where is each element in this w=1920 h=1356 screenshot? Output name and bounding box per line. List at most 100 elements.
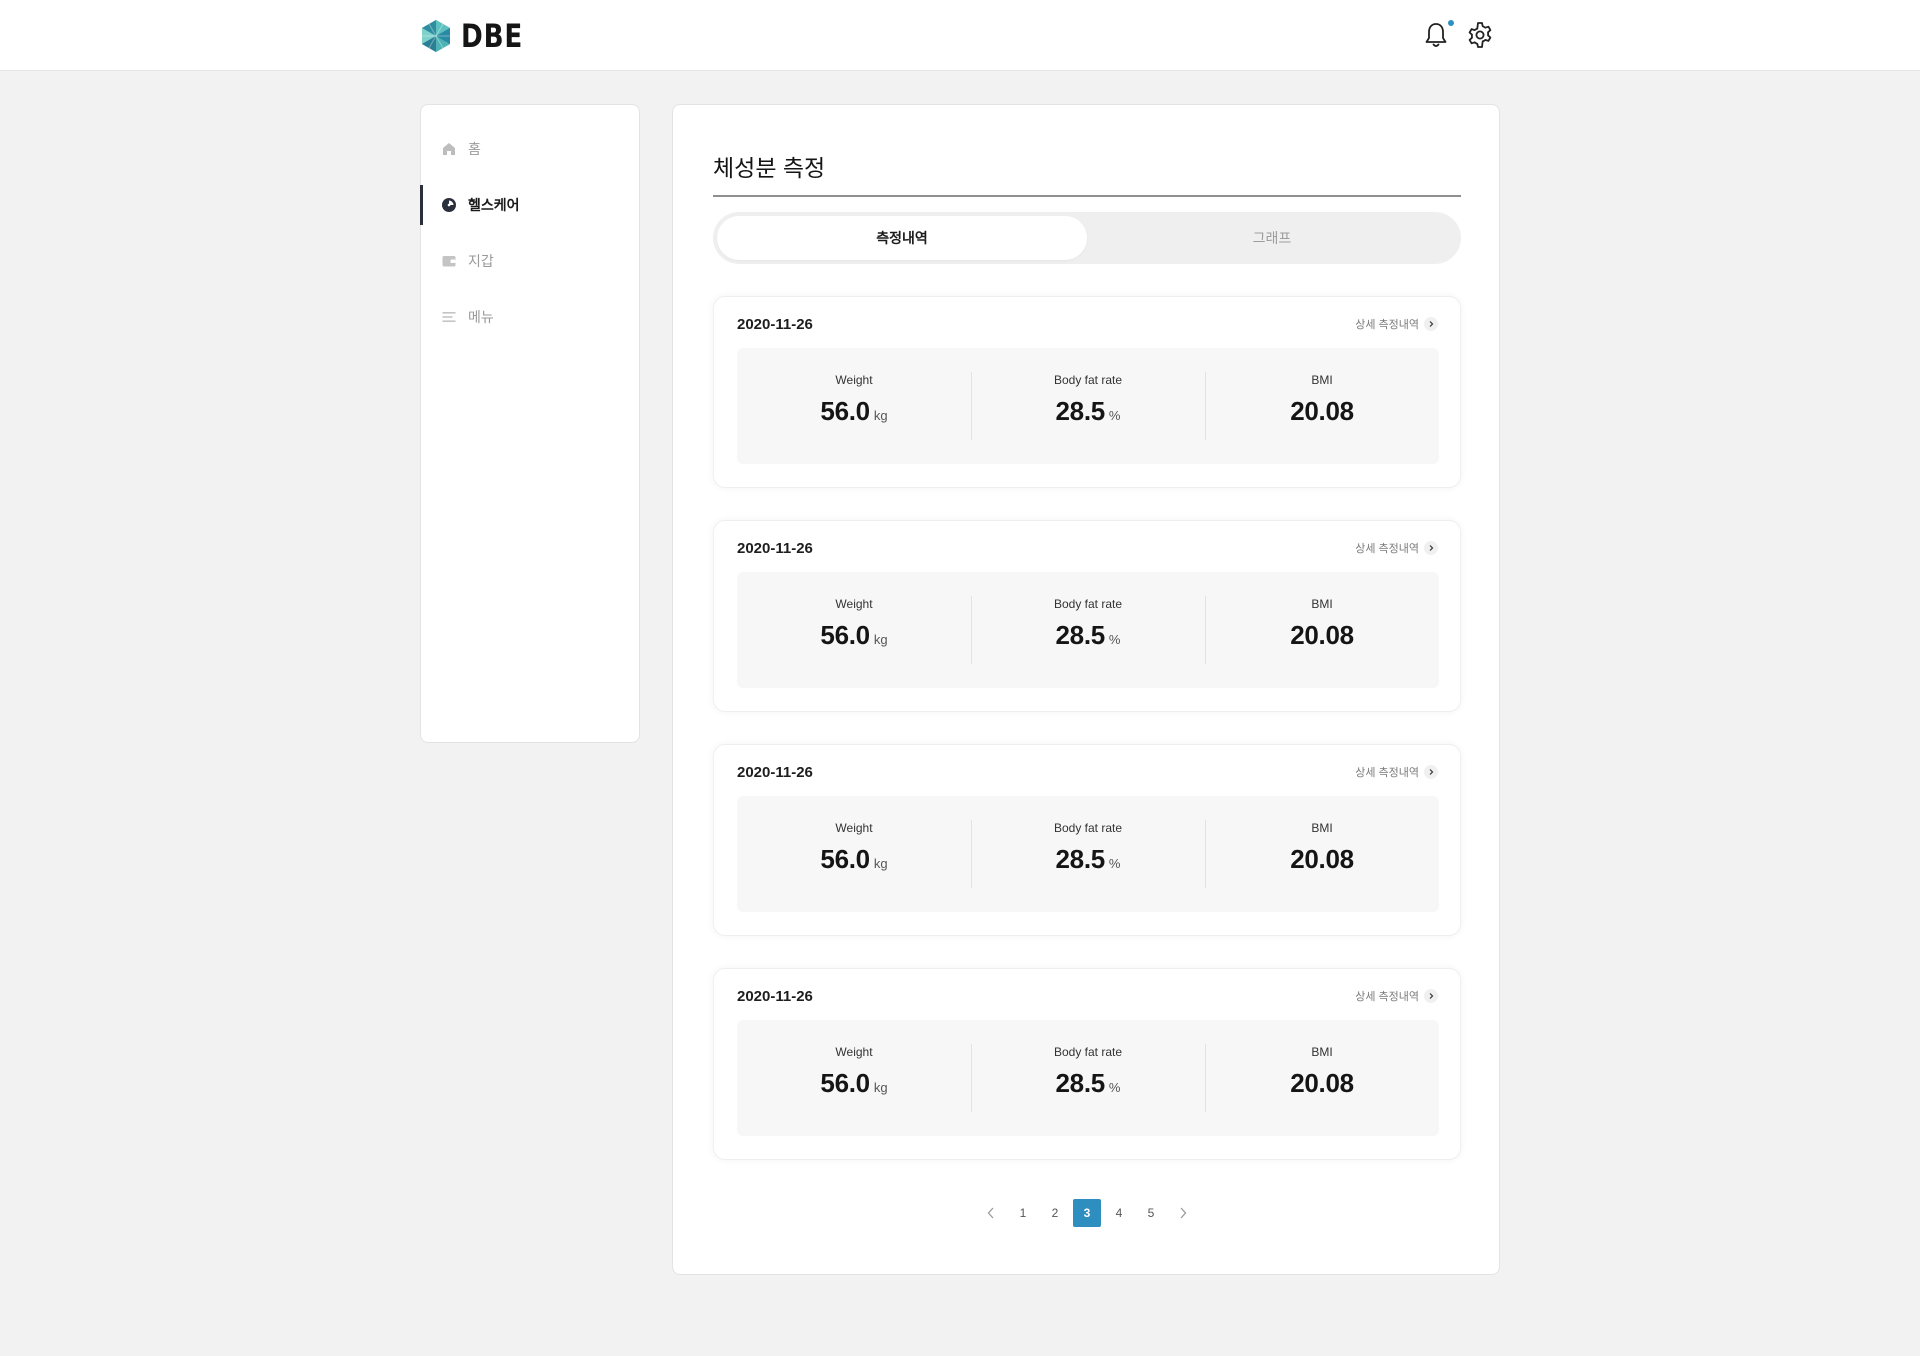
measurement-date: 2020-11-26 — [737, 316, 813, 333]
healthcare-icon — [442, 198, 456, 212]
metrics-panel: Weight 56.0 kg Body fat rate 28.5 % BMI … — [737, 348, 1439, 464]
menu-icon — [442, 312, 456, 322]
metric-unit: % — [1108, 856, 1121, 871]
measurement-card: 2020-11-26 상세 측정내역 Weight 56.0 kg Body f… — [713, 744, 1461, 936]
chevron-right-icon — [1424, 541, 1438, 555]
chevron-right-icon — [1424, 317, 1438, 331]
metric-unit: kg — [873, 632, 888, 647]
metrics-panel: Weight 56.0 kg Body fat rate 28.5 % BMI … — [737, 796, 1439, 912]
metric-value: 56.0 — [820, 396, 870, 426]
metric-label: Body fat rate — [1053, 821, 1123, 835]
metric-value: 28.5 — [1055, 844, 1106, 874]
metric-unit: % — [1108, 408, 1121, 423]
detail-link[interactable]: 상세 측정내역 — [1355, 764, 1438, 780]
metric-value: 56.0 — [820, 620, 870, 650]
tab-bar: 측정내역 그래프 — [713, 212, 1461, 264]
metric-value: 20.08 — [1290, 396, 1354, 426]
logo-icon — [422, 20, 450, 52]
top-header: DBE — [0, 0, 1920, 71]
chevron-right-icon — [1424, 989, 1438, 1003]
sidebar: 홈 헬스케어 지갑 메뉴 — [420, 104, 640, 743]
gear-icon[interactable] — [1465, 20, 1495, 50]
body-fat-metric: Body fat rate 28.5 % — [971, 1044, 1205, 1112]
sidebar-item-menu[interactable]: 메뉴 — [421, 297, 639, 337]
weight-metric: Weight 56.0 kg — [737, 1044, 971, 1112]
metric-value: 20.08 — [1290, 1068, 1354, 1098]
weight-metric: Weight 56.0 kg — [737, 820, 971, 888]
logo[interactable]: DBE — [419, 17, 537, 55]
page-4-button[interactable]: 4 — [1105, 1199, 1133, 1227]
detail-link-label: 상세 측정내역 — [1355, 767, 1419, 779]
metric-unit: kg — [873, 408, 888, 423]
sidebar-item-label: 헬스케어 — [468, 197, 520, 213]
metric-unit: kg — [873, 1080, 888, 1095]
sidebar-item-home[interactable]: 홈 — [421, 129, 639, 169]
metric-value: 56.0 — [820, 844, 870, 874]
metric-label: Body fat rate — [1053, 373, 1123, 387]
page-title: 체성분 측정 — [713, 155, 826, 181]
body-fat-metric: Body fat rate 28.5 % — [971, 596, 1205, 664]
detail-link[interactable]: 상세 측정내역 — [1355, 316, 1438, 332]
detail-link[interactable]: 상세 측정내역 — [1355, 988, 1438, 1004]
tab-graph[interactable]: 그래프 — [1087, 216, 1457, 260]
weight-metric: Weight 56.0 kg — [737, 372, 971, 440]
wallet-icon — [442, 256, 456, 267]
measurement-card: 2020-11-26 상세 측정내역 Weight 56.0 kg Body f… — [713, 968, 1461, 1160]
metric-unit: kg — [873, 856, 888, 871]
bmi-metric: BMI 20.08 — [1205, 596, 1439, 664]
metric-label: Weight — [835, 597, 873, 611]
bmi-metric: BMI 20.08 — [1205, 1044, 1439, 1112]
metrics-panel: Weight 56.0 kg Body fat rate 28.5 % BMI … — [737, 572, 1439, 688]
sidebar-item-wallet[interactable]: 지갑 — [421, 241, 639, 281]
metric-value: 56.0 — [820, 1068, 870, 1098]
metric-value: 28.5 — [1055, 1068, 1106, 1098]
bell-icon[interactable] — [1421, 20, 1451, 50]
sidebar-item-healthcare[interactable]: 헬스케어 — [420, 185, 639, 225]
measurement-card: 2020-11-26 상세 측정내역 Weight 56.0 kg Body f… — [713, 520, 1461, 712]
pagination: 1 2 3 4 5 — [673, 1199, 1501, 1227]
metric-label: BMI — [1311, 597, 1333, 611]
page-5-button[interactable]: 5 — [1137, 1199, 1165, 1227]
logo-text: DBE — [461, 17, 524, 55]
detail-link-label: 상세 측정내역 — [1355, 319, 1419, 331]
main-panel: 체성분 측정 측정내역 그래프 2020-11-26 상세 측정내역 Weigh… — [672, 104, 1500, 1275]
metric-value: 28.5 — [1055, 620, 1106, 650]
chevron-left-icon[interactable] — [977, 1199, 1005, 1227]
detail-link[interactable]: 상세 측정내역 — [1355, 540, 1438, 556]
metric-label: BMI — [1311, 1045, 1333, 1059]
metric-unit: % — [1108, 1080, 1121, 1095]
metric-label: BMI — [1311, 373, 1333, 387]
metric-label: BMI — [1311, 821, 1333, 835]
sidebar-item-label: 메뉴 — [468, 309, 494, 325]
weight-metric: Weight 56.0 kg — [737, 596, 971, 664]
measurement-date: 2020-11-26 — [737, 540, 813, 557]
metric-label: Weight — [835, 821, 873, 835]
detail-link-label: 상세 측정내역 — [1355, 991, 1419, 1003]
measurement-card: 2020-11-26 상세 측정내역 Weight 56.0 kg Body f… — [713, 296, 1461, 488]
bmi-metric: BMI 20.08 — [1205, 820, 1439, 888]
page-2-button[interactable]: 2 — [1041, 1199, 1069, 1227]
bmi-metric: BMI 20.08 — [1205, 372, 1439, 440]
body-fat-metric: Body fat rate 28.5 % — [971, 372, 1205, 440]
metric-label: Weight — [835, 373, 873, 387]
sidebar-item-label: 홈 — [468, 141, 481, 157]
tab-history[interactable]: 측정내역 — [717, 216, 1087, 260]
metrics-panel: Weight 56.0 kg Body fat rate 28.5 % BMI … — [737, 1020, 1439, 1136]
chevron-right-icon[interactable] — [1169, 1199, 1197, 1227]
metric-value: 28.5 — [1055, 396, 1106, 426]
metric-value: 20.08 — [1290, 620, 1354, 650]
metric-value: 20.08 — [1290, 844, 1354, 874]
page-3-button[interactable]: 3 — [1073, 1199, 1101, 1227]
measurement-date: 2020-11-26 — [737, 988, 813, 1005]
page-1-button[interactable]: 1 — [1009, 1199, 1037, 1227]
body-fat-metric: Body fat rate 28.5 % — [971, 820, 1205, 888]
measurement-date: 2020-11-26 — [737, 764, 813, 781]
metric-unit: % — [1108, 632, 1121, 647]
home-icon — [443, 143, 455, 155]
sidebar-item-label: 지갑 — [468, 253, 494, 269]
metric-label: Body fat rate — [1053, 597, 1123, 611]
metric-label: Weight — [835, 1045, 873, 1059]
chevron-right-icon — [1424, 765, 1438, 779]
notification-dot — [1448, 20, 1454, 26]
metric-label: Body fat rate — [1053, 1045, 1123, 1059]
